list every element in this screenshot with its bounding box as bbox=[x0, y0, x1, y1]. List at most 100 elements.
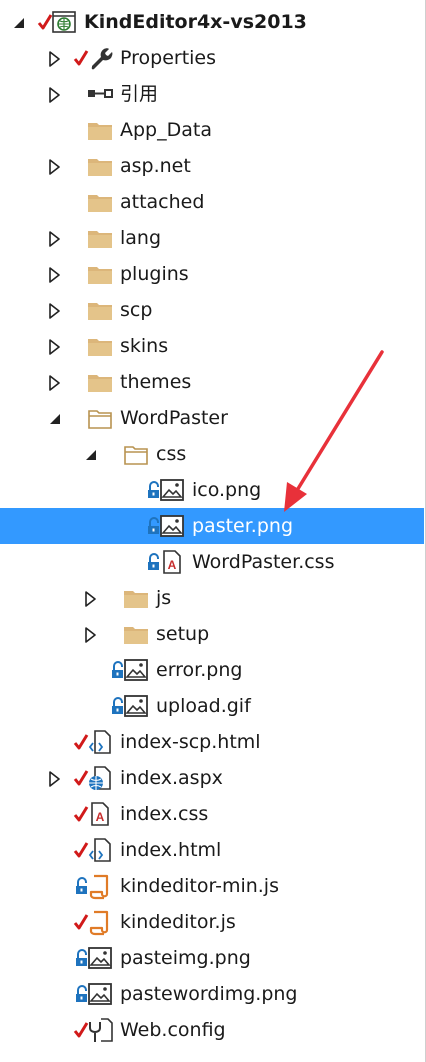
references-icon bbox=[86, 80, 114, 108]
tree-row[interactable]: WordPaster bbox=[0, 400, 424, 436]
expander-placeholder bbox=[48, 904, 62, 940]
expand-arrow-icon[interactable] bbox=[48, 292, 62, 328]
folder-icon bbox=[86, 116, 114, 144]
tree-item-label: index.css bbox=[120, 803, 209, 825]
expander-placeholder bbox=[48, 112, 62, 148]
expander-placeholder bbox=[48, 868, 62, 904]
expander-placeholder bbox=[120, 472, 134, 508]
tree-row[interactable]: pasteimg.png bbox=[0, 940, 424, 976]
expand-arrow-icon[interactable] bbox=[48, 328, 62, 364]
tree-row[interactable]: Aindex.css bbox=[0, 796, 424, 832]
tree-row[interactable]: ico.png bbox=[0, 472, 424, 508]
wrench-icon bbox=[86, 44, 114, 72]
collapse-arrow-icon[interactable] bbox=[84, 436, 98, 472]
tree-row[interactable]: js bbox=[0, 580, 424, 616]
tree-row[interactable]: scp bbox=[0, 292, 424, 328]
expand-arrow-icon[interactable] bbox=[48, 40, 62, 76]
expander-placeholder bbox=[120, 508, 134, 544]
image-file-icon bbox=[122, 692, 150, 720]
tree-item-label: KindEditor4x-vs2013 bbox=[84, 11, 307, 33]
expand-arrow-icon[interactable] bbox=[48, 148, 62, 184]
tree-item-label: themes bbox=[120, 371, 192, 393]
image-file-icon bbox=[86, 980, 114, 1008]
folder-open-icon bbox=[86, 404, 114, 432]
tree-item-label: upload.gif bbox=[156, 695, 251, 717]
tree-item-label: error.png bbox=[156, 659, 243, 681]
folder-icon bbox=[86, 332, 114, 360]
tree-item-label: index.html bbox=[120, 839, 222, 861]
tree-item-label: pasteimg.png bbox=[120, 947, 251, 969]
tree-item-label: setup bbox=[156, 623, 210, 645]
tree-row[interactable]: lang bbox=[0, 220, 424, 256]
tree-row[interactable]: upload.gif bbox=[0, 688, 424, 724]
tree-row[interactable]: index.aspx bbox=[0, 760, 424, 796]
tree-row[interactable]: index-scp.html bbox=[0, 724, 424, 760]
tree-row[interactable]: 引用 bbox=[0, 76, 424, 112]
tree-item-label: WordPaster bbox=[120, 407, 228, 429]
tree-row[interactable]: App_Data bbox=[0, 112, 424, 148]
tree-item-label: js bbox=[156, 587, 172, 609]
image-file-icon bbox=[86, 944, 114, 972]
solution-explorer-tree: KindEditor4x-vs2013 Properties 引用 App_Dataa… bbox=[0, 0, 426, 1062]
tree-row[interactable]: pastewordimg.png bbox=[0, 976, 424, 1012]
folder-icon bbox=[86, 296, 114, 324]
tree-row[interactable]: KindEditor4x-vs2013 bbox=[0, 4, 424, 40]
expander-placeholder bbox=[48, 832, 62, 868]
tree-row[interactable]: skins bbox=[0, 328, 424, 364]
expander-placeholder bbox=[48, 940, 62, 976]
svg-text:A: A bbox=[96, 810, 105, 824]
expander-placeholder bbox=[48, 724, 62, 760]
folder-open-icon bbox=[122, 440, 150, 468]
tree-row[interactable]: Web.config bbox=[0, 1012, 424, 1048]
collapse-arrow-icon[interactable] bbox=[48, 400, 62, 436]
tree-row[interactable]: themes bbox=[0, 364, 424, 400]
tree-row[interactable]: index.html bbox=[0, 832, 424, 868]
expand-arrow-icon[interactable] bbox=[84, 580, 98, 616]
tree-item-label: pastewordimg.png bbox=[120, 983, 298, 1005]
tree-row[interactable]: setup bbox=[0, 616, 424, 652]
image-file-icon bbox=[158, 476, 186, 504]
tree-row[interactable]: paster.png bbox=[0, 508, 424, 544]
expand-arrow-icon[interactable] bbox=[48, 256, 62, 292]
aspx-file-icon bbox=[86, 764, 114, 792]
folder-icon bbox=[86, 368, 114, 396]
expand-arrow-icon[interactable] bbox=[84, 616, 98, 652]
expander-placeholder bbox=[84, 652, 98, 688]
js-file-icon bbox=[86, 872, 114, 900]
tree-row[interactable]: kindeditor-min.js bbox=[0, 868, 424, 904]
folder-icon bbox=[122, 584, 150, 612]
expander-placeholder bbox=[48, 976, 62, 1012]
tree-item-label: attached bbox=[120, 191, 205, 213]
expand-arrow-icon[interactable] bbox=[48, 220, 62, 256]
tree-item-label: asp.net bbox=[120, 155, 191, 177]
tree-item-label: index-scp.html bbox=[120, 731, 261, 753]
expander-placeholder bbox=[48, 184, 62, 220]
expander-placeholder bbox=[84, 688, 98, 724]
tree-row[interactable]: plugins bbox=[0, 256, 424, 292]
css-file-icon: A bbox=[86, 800, 114, 828]
tree-item-label: Web.config bbox=[120, 1019, 226, 1041]
collapse-arrow-icon[interactable] bbox=[12, 4, 26, 40]
expand-arrow-icon[interactable] bbox=[48, 76, 62, 112]
tree-row[interactable]: css bbox=[0, 436, 424, 472]
tree-item-label: paster.png bbox=[192, 515, 294, 537]
folder-icon bbox=[122, 620, 150, 648]
tree-item-label: lang bbox=[120, 227, 162, 249]
tree-row[interactable]: error.png bbox=[0, 652, 424, 688]
tree-row[interactable]: attached bbox=[0, 184, 424, 220]
tree-item-label: ico.png bbox=[192, 479, 262, 501]
image-file-icon bbox=[122, 656, 150, 684]
html-file-icon bbox=[86, 728, 114, 756]
tree-row[interactable]: kindeditor.js bbox=[0, 904, 424, 940]
tree-row[interactable]: asp.net bbox=[0, 148, 424, 184]
css-file-icon: A bbox=[158, 548, 186, 576]
js-file-icon bbox=[86, 908, 114, 936]
expand-arrow-icon[interactable] bbox=[48, 760, 62, 796]
tree-item-label: kindeditor-min.js bbox=[120, 875, 279, 897]
tree-item-label: 引用 bbox=[120, 83, 159, 105]
tree-row[interactable]: A WordPaster.css bbox=[0, 544, 424, 580]
folder-icon bbox=[86, 260, 114, 288]
html-file-icon bbox=[86, 836, 114, 864]
expand-arrow-icon[interactable] bbox=[48, 364, 62, 400]
tree-row[interactable]: Properties bbox=[0, 40, 424, 76]
